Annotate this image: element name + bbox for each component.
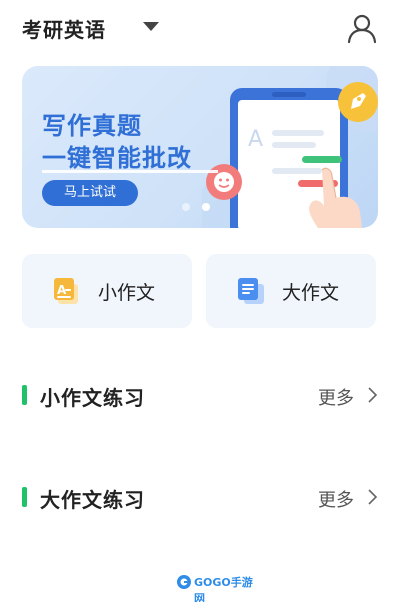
short-essay-icon: A bbox=[54, 278, 78, 304]
app-header: 考研英语 bbox=[0, 0, 400, 56]
long-essay-practice-section: 大作文练习 更多 bbox=[0, 478, 400, 518]
caret-down-icon[interactable] bbox=[143, 22, 159, 31]
short-essay-label: 小作文 bbox=[98, 282, 156, 304]
more-label: 更多 bbox=[318, 490, 354, 511]
chevron-right-icon bbox=[368, 387, 378, 403]
more-link[interactable]: 更多 bbox=[318, 382, 382, 410]
logo-icon bbox=[177, 575, 191, 589]
long-essay-card[interactable]: 大作文 bbox=[206, 254, 376, 328]
carousel-dot[interactable] bbox=[182, 203, 190, 211]
long-essay-icon bbox=[238, 278, 264, 304]
banner-headline: 写作真题 bbox=[42, 112, 142, 140]
banner-illustration: A bbox=[202, 66, 378, 228]
section-title: 大作文练习 bbox=[40, 488, 145, 512]
banner-underline bbox=[42, 170, 218, 173]
try-now-button[interactable]: 马上试试 bbox=[42, 180, 138, 206]
section-title: 小作文练习 bbox=[40, 386, 145, 410]
chevron-right-icon bbox=[368, 489, 378, 505]
rocket-icon bbox=[338, 82, 378, 122]
short-essay-card[interactable]: A 小作文 bbox=[22, 254, 192, 328]
section-accent-bar bbox=[22, 487, 27, 507]
banner-subheadline: 一键智能批改 bbox=[42, 144, 192, 172]
user-profile-icon[interactable] bbox=[346, 12, 378, 44]
watermark-text: GOGO手游网 bbox=[194, 576, 253, 602]
section-accent-bar bbox=[22, 385, 27, 405]
more-label: 更多 bbox=[318, 388, 354, 409]
promo-banner[interactable]: A 写作真题 一键智能批改 马上试试 bbox=[22, 66, 378, 228]
long-essay-label: 大作文 bbox=[282, 282, 340, 304]
carousel-dot-active[interactable] bbox=[202, 203, 210, 211]
more-link[interactable]: 更多 bbox=[318, 484, 382, 512]
short-essay-practice-section: 小作文练习 更多 bbox=[0, 376, 400, 416]
page-title: 考研英语 bbox=[22, 18, 106, 42]
svg-text:A: A bbox=[248, 127, 263, 152]
watermark-logo: GOGO手游网 bbox=[176, 572, 256, 602]
